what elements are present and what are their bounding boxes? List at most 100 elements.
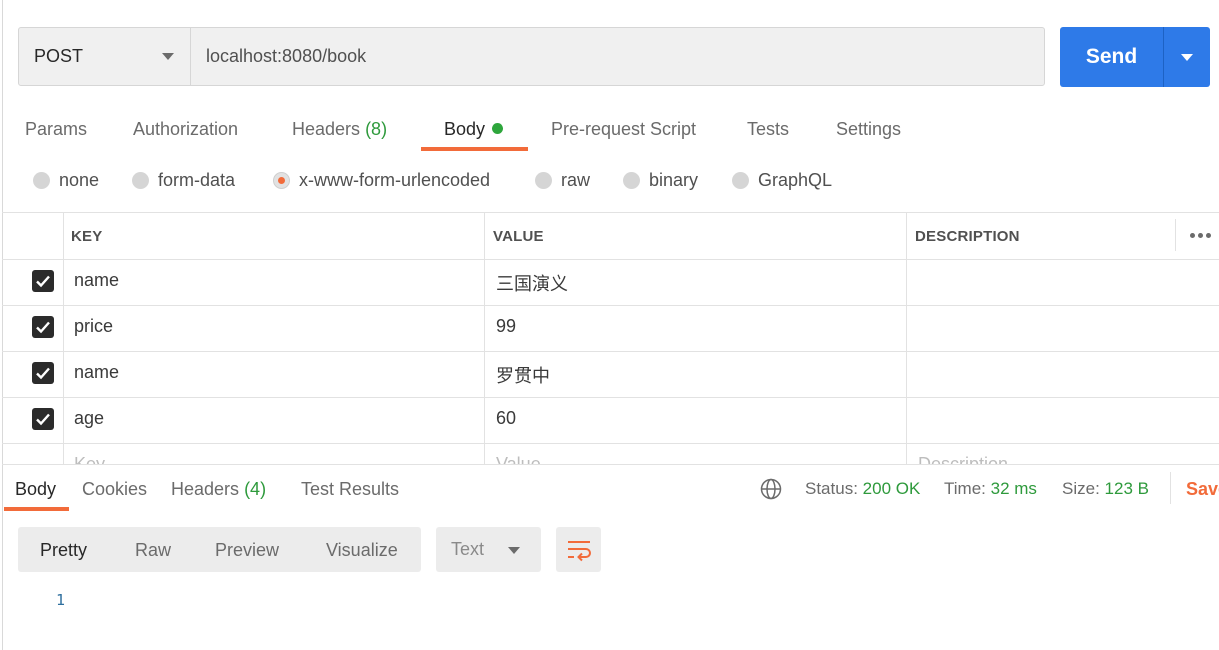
value-placeholder[interactable]: Value [496, 454, 541, 464]
tab-count: (8) [365, 119, 388, 139]
format-label: Text [451, 539, 485, 559]
tab-label: Settings [836, 119, 902, 139]
status-readout: Status: 200 OK [805, 479, 920, 499]
more-dots-icon[interactable] [1190, 233, 1211, 238]
column-divider [484, 213, 485, 464]
size-label: Size: [1062, 479, 1100, 498]
response-tab-cookies[interactable]: Cookies [82, 479, 147, 500]
method-select[interactable]: POST [19, 28, 191, 85]
tab-params[interactable]: Params [25, 119, 87, 155]
radio-form-data[interactable]: form-data [132, 170, 235, 191]
tab-headers[interactable]: Headers (8) [292, 119, 387, 155]
row-divider [2, 443, 1219, 444]
header-value: VALUE [493, 228, 544, 245]
tab-settings[interactable]: Settings [836, 119, 901, 155]
size-readout: Size: 123 B [1062, 479, 1149, 499]
radio-label: GraphQL [758, 170, 833, 190]
chevron-down-icon [1181, 53, 1193, 61]
size-value: 123 B [1104, 479, 1149, 498]
green-dot-icon [492, 123, 504, 134]
radio-label: none [59, 170, 100, 190]
row-value[interactable]: 三国演义 [496, 270, 568, 296]
view-pretty[interactable]: Pretty [40, 540, 87, 561]
response-tab-body[interactable]: Body [15, 479, 56, 500]
response-tab-headers[interactable]: Headers (4) [171, 479, 266, 500]
view-preview[interactable]: Preview [215, 540, 279, 561]
checkbox-checked-icon[interactable] [32, 362, 54, 384]
tab-label: Body [444, 119, 486, 139]
radio-label: form-data [158, 170, 236, 190]
radio-x-www-form-urlencoded[interactable]: x-www-form-urlencoded [273, 170, 490, 191]
radio-label: raw [561, 170, 591, 190]
radio-graphql[interactable]: GraphQL [732, 170, 832, 191]
chevron-down-icon [162, 53, 174, 60]
radio-icon [535, 172, 552, 189]
response-divider [2, 464, 1219, 465]
column-divider [63, 213, 64, 464]
key-placeholder[interactable]: Key [74, 454, 105, 464]
row-key[interactable]: name [74, 270, 119, 291]
url-input[interactable]: localhost:8080/book [191, 28, 1044, 85]
wrap-lines-icon [567, 540, 591, 561]
status-divider [1170, 472, 1171, 504]
row-key[interactable]: price [74, 316, 113, 337]
row-value[interactable]: 60 [496, 408, 516, 429]
status-value: 200 OK [862, 479, 921, 498]
method-label: POST [34, 46, 84, 66]
tab-count: (4) [244, 479, 267, 499]
globe-icon[interactable] [760, 478, 782, 500]
tab-label: Headers [292, 119, 361, 139]
send-button-group: Send [1060, 27, 1210, 87]
view-visualize[interactable]: Visualize [326, 540, 398, 561]
chevron-down-icon [508, 547, 520, 554]
tab-label: Pre-request Script [551, 119, 697, 139]
send-options-button[interactable] [1164, 27, 1210, 87]
params-table: KEY VALUE DESCRIPTION name 三国演义 price 99… [2, 212, 1219, 464]
radio-none[interactable]: none [33, 170, 99, 191]
radio-selected-icon [273, 172, 290, 189]
checkbox-checked-icon[interactable] [32, 270, 54, 292]
radio-binary[interactable]: binary [623, 170, 698, 191]
row-value[interactable]: 99 [496, 316, 516, 337]
radio-label: x-www-form-urlencoded [299, 170, 491, 190]
column-divider [906, 213, 907, 464]
wrap-lines-button[interactable] [556, 527, 601, 572]
row-key[interactable]: name [74, 362, 119, 383]
header-description: DESCRIPTION [915, 228, 1020, 245]
row-key[interactable]: age [74, 408, 104, 429]
request-bar: POST localhost:8080/book [18, 27, 1045, 86]
active-response-tab-underline [4, 507, 69, 511]
radio-raw[interactable]: raw [535, 170, 590, 191]
time-label: Time: [944, 479, 986, 498]
radio-icon [132, 172, 149, 189]
active-tab-underline [421, 147, 528, 151]
send-button[interactable]: Send [1060, 27, 1164, 87]
row-divider [2, 351, 1219, 352]
tab-label: Tests [747, 119, 790, 139]
save-response-button[interactable]: Save [1186, 479, 1219, 500]
checkbox-checked-icon[interactable] [32, 408, 54, 430]
time-value: 32 ms [990, 479, 1037, 498]
radio-label: binary [649, 170, 699, 190]
row-divider [2, 397, 1219, 398]
response-tab-test-results[interactable]: Test Results [301, 479, 399, 500]
header-key: KEY [71, 228, 103, 245]
description-placeholder[interactable]: Description [918, 454, 1008, 464]
view-raw[interactable]: Raw [135, 540, 171, 561]
tab-tests[interactable]: Tests [747, 119, 789, 155]
time-readout: Time: 32 ms [944, 479, 1037, 499]
tab-label: Headers [171, 479, 240, 499]
tab-authorization[interactable]: Authorization [133, 119, 238, 155]
status-label: Status: [805, 479, 858, 498]
tab-label: Params [25, 119, 88, 139]
tab-pre-request-script[interactable]: Pre-request Script [551, 119, 696, 155]
row-value[interactable]: 罗贯中 [496, 362, 550, 388]
checkbox-checked-icon[interactable] [32, 316, 54, 338]
tab-label: Authorization [133, 119, 239, 139]
row-divider [2, 259, 1219, 260]
radio-icon [732, 172, 749, 189]
format-select[interactable]: Text [436, 527, 541, 572]
line-number: 1 [56, 591, 66, 609]
row-divider [2, 305, 1219, 306]
radio-icon [623, 172, 640, 189]
